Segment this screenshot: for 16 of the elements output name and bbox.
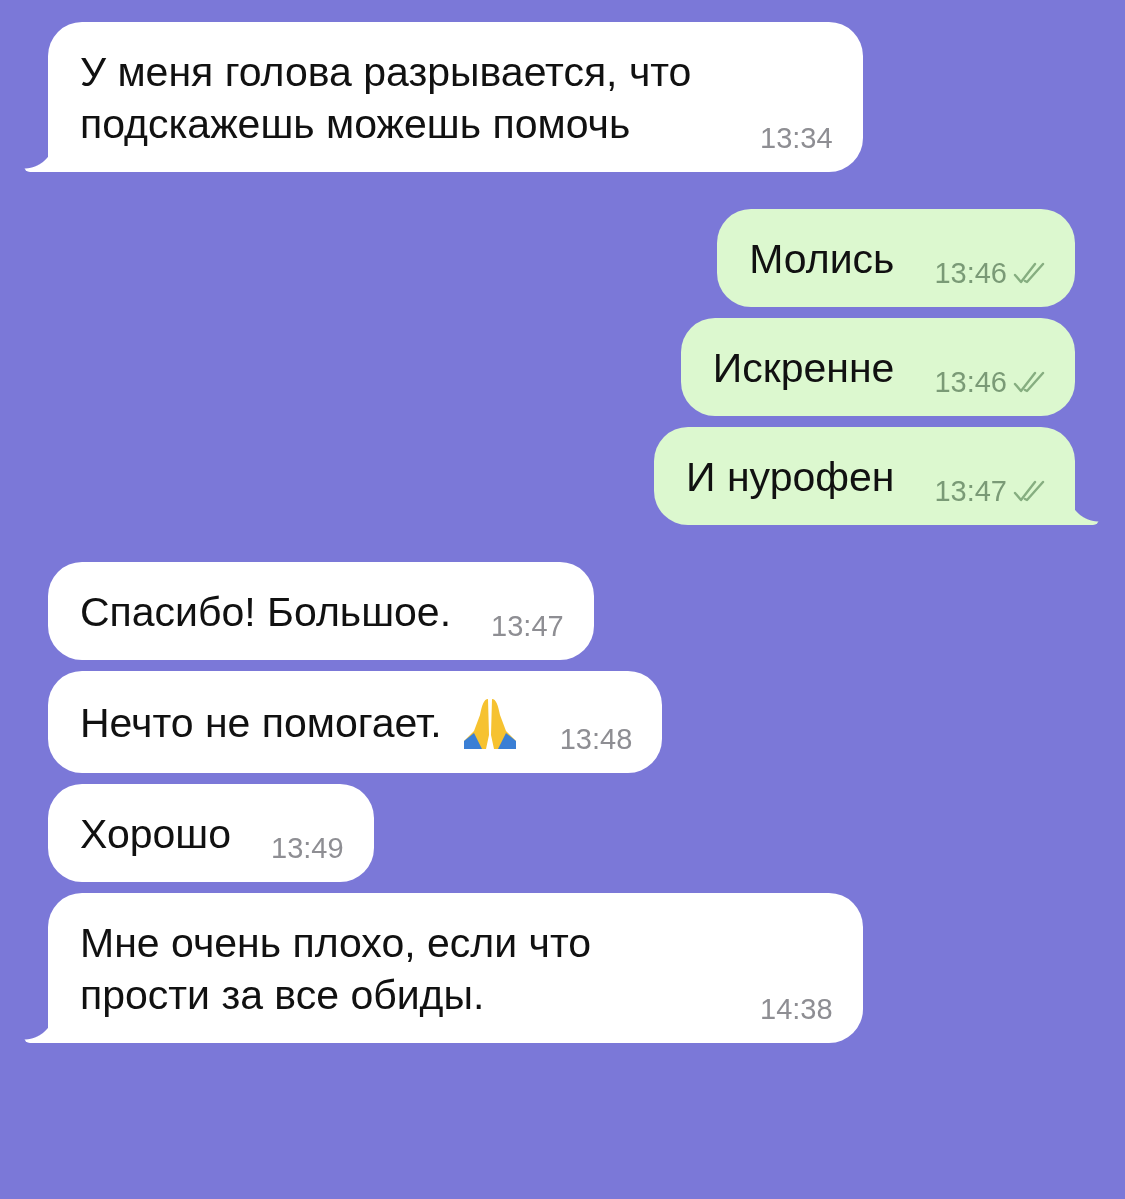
message-text: Спасибо! Большое. [80, 588, 452, 637]
message-text: Молись [749, 235, 895, 284]
message-time: 13:47 [491, 609, 564, 643]
message-text: Хорошо [80, 810, 231, 859]
message-time: 13:47 [934, 474, 1007, 508]
message-time: 13:46 [934, 365, 1007, 399]
message-time: 14:38 [760, 992, 833, 1026]
message-text: Искренне [712, 344, 895, 393]
message-time: 13:48 [559, 722, 633, 756]
message-text: Нечто не помогает. [80, 699, 442, 748]
message-time: 13:49 [271, 831, 344, 865]
message-time: 13:46 [934, 256, 1007, 290]
message-text: У меня голова разрывается, что подскажешь можешь помочь [80, 48, 693, 149]
message-text: Мне очень плохо, если что прости за все обиды. [80, 919, 592, 1020]
message-text: И нурофен [686, 453, 895, 502]
message-time: 13:34 [760, 121, 833, 155]
